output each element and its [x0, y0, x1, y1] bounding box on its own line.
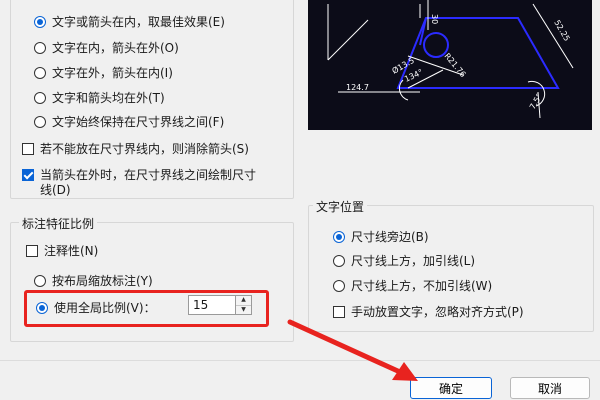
annotation-arrow — [287, 319, 418, 381]
